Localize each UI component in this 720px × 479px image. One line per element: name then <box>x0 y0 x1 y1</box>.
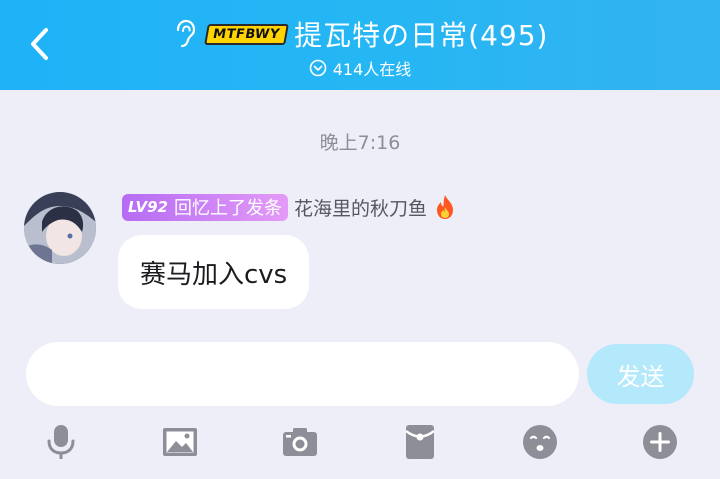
online-count-label: 414人在线 <box>332 60 412 79</box>
message-bubble[interactable]: 赛马加入cvs <box>118 235 310 309</box>
send-button[interactable]: 发送 <box>587 344 694 404</box>
listen-ear-icon[interactable] <box>172 19 198 49</box>
image-icon[interactable] <box>158 420 202 464</box>
emoji-icon[interactable] <box>518 420 562 464</box>
level-tag: LV92 回忆上了发条 <box>122 193 288 221</box>
composer-toolbar <box>0 412 720 479</box>
message-timestamp: 晚上7:16 <box>319 132 401 154</box>
chevron-circle-icon <box>309 59 327 77</box>
online-count[interactable]: 414人在线 <box>0 56 720 80</box>
group-badge: MTFBWY <box>203 23 289 45</box>
group-title[interactable]: 提瓦特の日常(495) <box>294 14 548 54</box>
message-input[interactable] <box>26 342 579 406</box>
sender-meta: LV92 回忆上了发条 花海里的秋刀鱼 <box>122 193 457 221</box>
plus-icon[interactable] <box>638 420 682 464</box>
avatar-image <box>24 192 96 264</box>
message-text: 赛马加入cvs <box>140 259 288 290</box>
sender-avatar[interactable] <box>24 192 96 264</box>
chat-header: MTFBWY 提瓦特の日常(495) 414人在线 <box>0 0 720 90</box>
flame-icon <box>437 195 453 219</box>
camera-icon[interactable] <box>278 420 322 464</box>
red-packet-icon[interactable] <box>398 420 442 464</box>
title-row: MTFBWY 提瓦特の日常(495) <box>0 14 720 54</box>
sender-nickname[interactable]: 花海里的秋刀鱼 <box>294 194 427 221</box>
level-label: LV92 <box>128 198 168 216</box>
member-title: 回忆上了发条 <box>173 198 282 219</box>
microphone-icon[interactable] <box>39 420 83 464</box>
